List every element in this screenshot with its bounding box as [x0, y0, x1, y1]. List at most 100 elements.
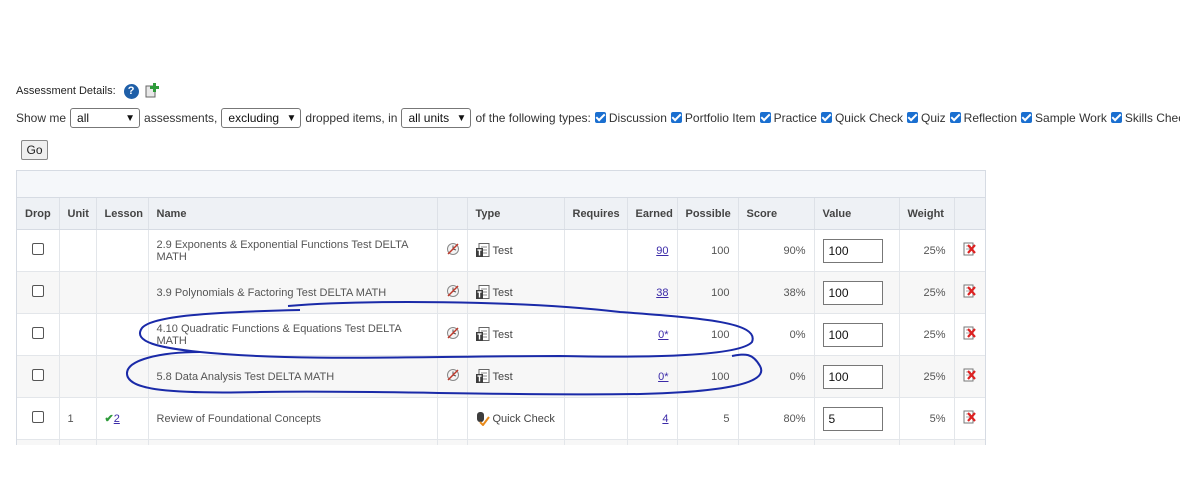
drop-checkbox[interactable] — [31, 369, 44, 381]
type-checkbox[interactable] — [906, 112, 918, 123]
drop-checkbox[interactable] — [31, 411, 44, 423]
unit-cell — [59, 355, 97, 398]
requires-cell — [564, 355, 628, 398]
schedule-cell — [437, 229, 468, 272]
earned-link[interactable]: 90 — [656, 245, 668, 257]
score-cell: 0% — [738, 355, 815, 398]
table-cell — [814, 439, 900, 445]
show-me-label: Show me — [16, 111, 67, 125]
delete-icon[interactable] — [963, 410, 976, 424]
table-cell — [677, 439, 739, 445]
type-checkbox[interactable] — [594, 112, 606, 123]
table-cell — [437, 439, 468, 445]
assessments-label: assessments, — [144, 111, 218, 125]
requires-cell — [564, 313, 628, 356]
earned-link[interactable]: 0* — [658, 329, 668, 341]
schedule-icon[interactable] — [446, 242, 460, 256]
type-checkbox[interactable] — [759, 112, 771, 123]
drop-cell — [17, 355, 60, 398]
help-icon[interactable]: ? — [123, 83, 139, 99]
weight-cell: 25% — [899, 271, 955, 314]
type-checkbox-list: Discussion Portfolio Item Practice Quick Ch… — [591, 111, 1180, 125]
scope-select-value: all — [77, 111, 90, 125]
weight-cell: 25% — [899, 229, 955, 272]
units-select[interactable]: all units ▼ — [401, 108, 472, 128]
type-checkbox[interactable] — [670, 112, 682, 123]
table-cell — [17, 439, 60, 445]
delete-icon[interactable] — [963, 368, 976, 382]
type-label: Test — [492, 328, 513, 341]
column-header — [954, 198, 985, 230]
drop-checkbox[interactable] — [31, 243, 44, 255]
delete-icon[interactable] — [963, 326, 976, 340]
column-header: Value — [814, 198, 900, 230]
drop-checkbox[interactable] — [31, 285, 44, 297]
drop-checkbox[interactable] — [31, 327, 44, 339]
lesson-cell: ✔2 — [96, 397, 149, 440]
type-checkbox[interactable] — [820, 112, 832, 123]
type-label: Quick Check — [492, 412, 555, 425]
type-cell: Test — [467, 313, 565, 356]
value-input[interactable]: 100 — [822, 364, 883, 389]
earned-link[interactable]: 38 — [656, 287, 668, 299]
delete-cell — [954, 313, 985, 356]
type-label: Test — [492, 286, 513, 299]
delete-cell — [954, 271, 985, 314]
add-assessment-icon[interactable] — [145, 83, 161, 99]
type-checkbox-label: Quiz — [920, 111, 946, 125]
requires-cell — [564, 271, 628, 314]
value-cell: 100 — [814, 355, 900, 398]
assessment-details-label: Assessment Details: — [16, 85, 116, 97]
earned-link[interactable]: 0* — [658, 371, 668, 383]
lesson-cell — [96, 229, 149, 272]
assessment-table: Drop Unit Lesson Name Type Requires Earned Poss… — [17, 198, 985, 445]
value-input[interactable]: 100 — [822, 280, 883, 305]
possible-cell: 100 — [677, 271, 739, 314]
type-checkbox[interactable] — [1021, 112, 1033, 123]
type-cell: Quick Check — [467, 397, 565, 440]
value-input[interactable]: 5 — [822, 406, 883, 431]
delete-icon[interactable] — [963, 284, 976, 298]
value-input[interactable]: 100 — [822, 238, 883, 263]
column-header: Requires — [564, 198, 628, 230]
earned-link[interactable]: 4 — [662, 413, 668, 425]
unit-cell — [59, 229, 97, 272]
table-row — [17, 439, 985, 445]
value-cell: 5 — [814, 397, 900, 440]
chevron-down-icon: ▼ — [286, 112, 297, 124]
type-label: Test — [492, 244, 513, 257]
schedule-cell — [437, 271, 468, 314]
column-header: Unit — [59, 198, 97, 230]
schedule-icon[interactable] — [446, 284, 460, 298]
go-button[interactable]: Go — [21, 140, 48, 160]
weight-cell: 25% — [899, 313, 955, 356]
scope-select[interactable]: all ▼ — [70, 108, 141, 128]
delete-icon[interactable] — [963, 242, 976, 256]
table-cell — [954, 439, 985, 445]
schedule-icon[interactable] — [446, 326, 460, 340]
type-cell: Test — [467, 271, 565, 314]
score-cell: 38% — [738, 271, 815, 314]
chevron-down-icon: ▼ — [456, 112, 467, 124]
assessment-name: Review of Foundational Concepts — [148, 397, 438, 440]
delete-cell — [954, 355, 985, 398]
possible-cell: 100 — [677, 229, 739, 272]
type-checkbox-label: Skills Check — [1124, 111, 1180, 125]
type-checkbox[interactable] — [1110, 112, 1122, 123]
exclude-select[interactable]: excluding ▼ — [221, 108, 302, 128]
units-select-value: all units — [408, 111, 450, 125]
type-checkbox[interactable] — [949, 112, 961, 123]
drop-cell — [17, 229, 60, 272]
lesson-link[interactable]: 2 — [114, 413, 120, 425]
schedule-icon[interactable] — [446, 368, 460, 382]
assessment-name: 2.9 Exponents & Exponential Functions Te… — [148, 229, 438, 272]
column-header — [437, 198, 468, 230]
table-cell — [148, 439, 438, 445]
drop-cell — [17, 313, 60, 356]
quick-check-icon — [476, 411, 490, 427]
filter-row: Show me all ▼ assessments, excluding ▼ d… — [16, 108, 1180, 128]
possible-cell: 100 — [677, 355, 739, 398]
value-input[interactable]: 100 — [822, 322, 883, 347]
possible-cell: 5 — [677, 397, 739, 440]
types-label: of the following types: — [475, 111, 591, 125]
